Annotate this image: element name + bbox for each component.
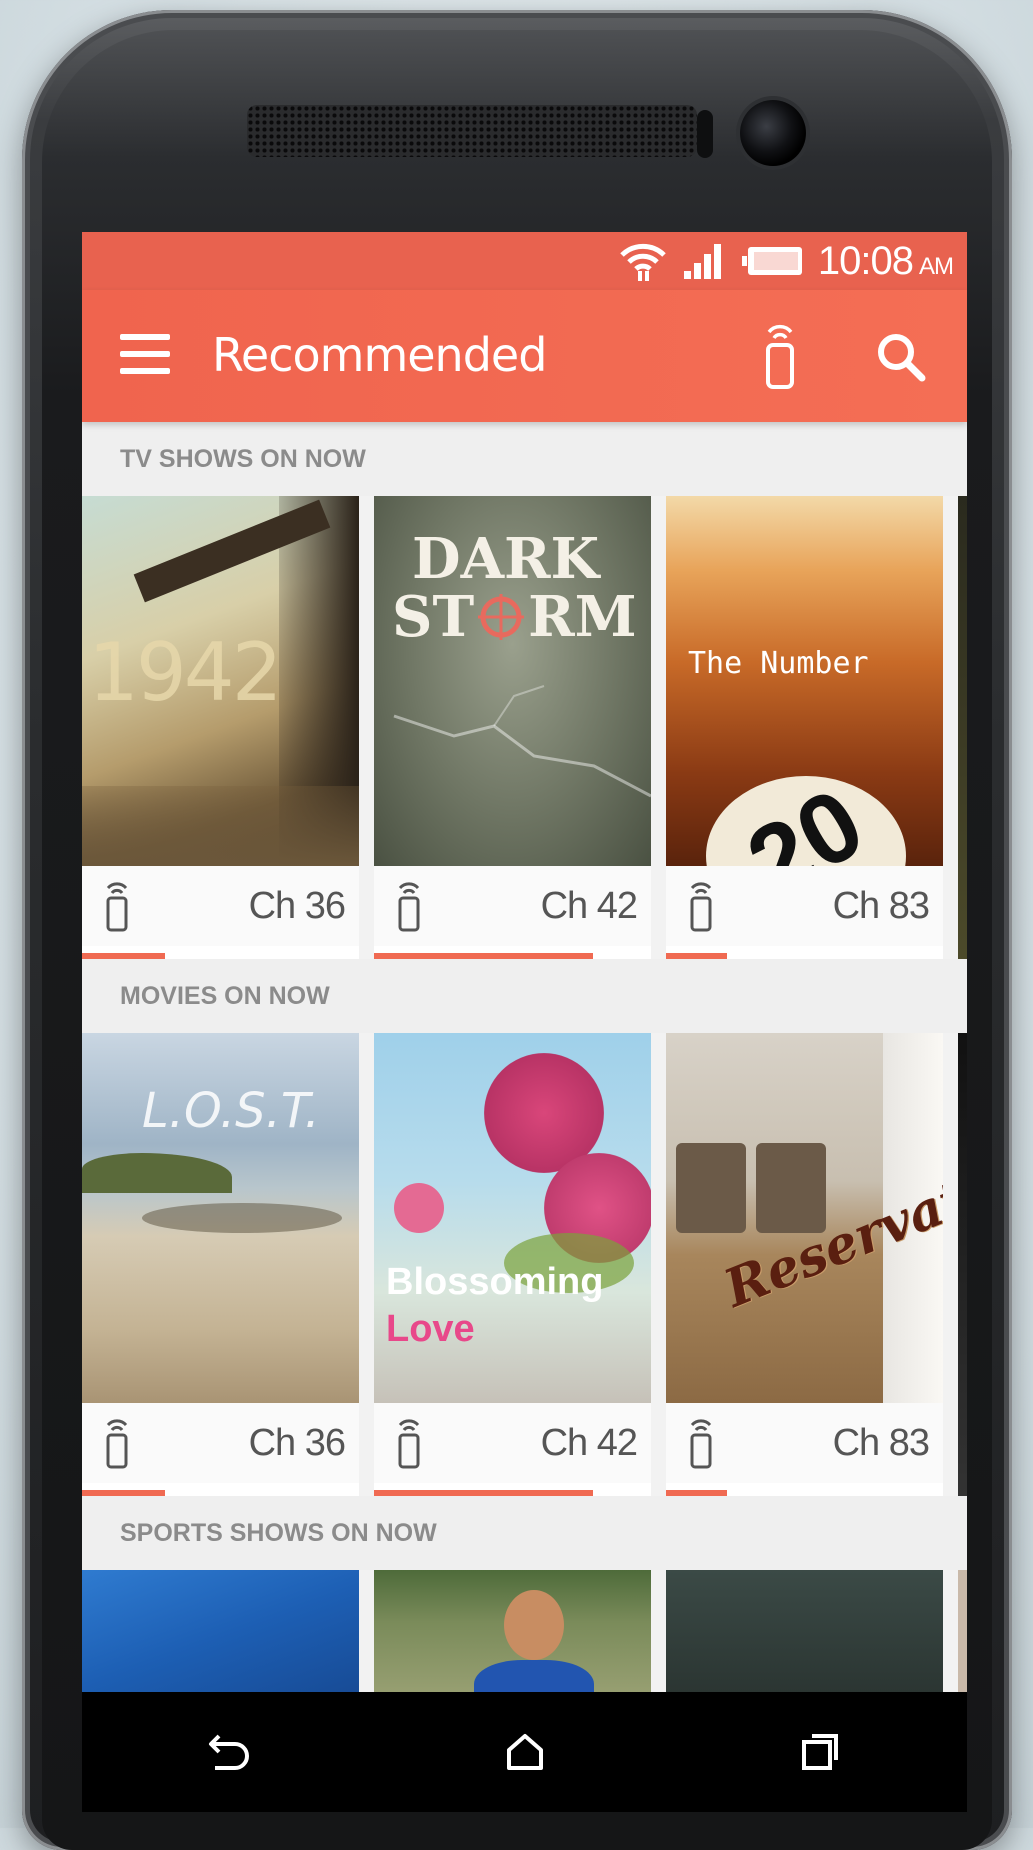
poster-dark-storm: DARK ST RM [374,496,651,866]
remote-icon[interactable] [686,880,716,932]
remote-icon[interactable] [102,880,132,932]
page-title: Recommended [212,328,547,382]
progress-bar [374,953,593,959]
poster-title-line2: Love [386,1308,475,1350]
movie-card-lost[interactable]: L.O.S.T. Ch 36 [82,1033,359,1496]
sports-card-2[interactable] [374,1570,651,1692]
section-header-sports: SPORTS SHOWS ON NOW [82,1496,967,1570]
front-camera [740,100,806,166]
channel-label: Ch 36 [248,1421,346,1464]
card-footer: Ch 83 [666,1403,943,1483]
card-footer: Ch 42 [374,1403,651,1483]
poster-title: The Number [688,646,869,681]
poster-lost: L.O.S.T. [82,1033,359,1403]
show-card-peek[interactable] [958,496,967,959]
app-bar: Recommended [82,290,967,422]
remote-icon[interactable] [102,1417,132,1469]
show-card-dark-storm[interactable]: DARK ST RM Ch 42 [374,496,651,959]
poster-the-number: The Number 20 [666,496,943,866]
poster-title-line1: Blossoming [386,1261,604,1303]
card-footer: Ch 36 [82,866,359,946]
search-icon[interactable] [872,328,932,388]
card-footer: Ch 36 [82,1403,359,1483]
card-row-movies: L.O.S.T. Ch 36 Blossoming Love Ch 42 Res… [82,1033,967,1496]
status-bar: 10:08 AM [82,232,967,290]
movie-card-reservation[interactable]: Reservation Ch 83 [666,1033,943,1496]
battery-icon [741,245,804,277]
poster-blossoming-love: Blossoming Love [374,1033,651,1403]
home-icon[interactable] [490,1717,560,1787]
number-badge: 20 [706,776,906,866]
menu-icon[interactable] [120,334,170,376]
poster-title: L.O.S.T. [142,1083,320,1139]
movie-card-peek[interactable] [958,1033,967,1496]
navigation-bar [82,1692,967,1812]
poster-title: 1942 [88,626,283,719]
channel-label: Ch 42 [540,1421,638,1464]
progress-bar [666,953,727,959]
sports-card-1[interactable] [82,1570,359,1692]
channel-label: Ch 83 [832,1421,930,1464]
speaker-grille [247,105,697,157]
back-icon[interactable] [195,1717,265,1787]
content: TV SHOWS ON NOW 1942 Ch 36 DARK ST RM Ch… [82,422,967,1692]
section-header-movies: MOVIES ON NOW [82,959,967,1033]
recents-icon[interactable] [785,1717,855,1787]
wifi-icon [618,239,668,283]
progress-bar [374,1490,593,1496]
remote-icon[interactable] [686,1417,716,1469]
movie-card-blossoming-love[interactable]: Blossoming Love Ch 42 [374,1033,651,1496]
progress-bar [82,953,166,959]
poster-1942: 1942 [82,496,359,866]
poster-reservation: Reservation [666,1033,943,1403]
card-footer: Ch 83 [666,866,943,946]
progress-bar [82,1490,166,1496]
clock: 10:08 AM [817,238,954,283]
sports-card-peek[interactable] [958,1570,967,1692]
show-card-1942[interactable]: 1942 Ch 36 [82,496,359,959]
show-card-the-number[interactable]: The Number 20 Ch 83 [666,496,943,959]
section-header-tv-shows: TV SHOWS ON NOW [82,422,967,496]
remote-icon[interactable] [394,1417,424,1469]
card-footer: Ch 42 [374,866,651,946]
remote-icon[interactable] [394,880,424,932]
channel-label: Ch 42 [540,884,638,927]
channel-label: Ch 36 [248,884,346,927]
card-row-tv-shows: 1942 Ch 36 DARK ST RM Ch 42 The Number 2… [82,496,967,959]
channel-label: Ch 83 [832,884,930,927]
signal-icon [682,241,728,281]
card-row-sports [82,1570,967,1692]
screen: 10:08 AM Recommended TV SHOWS ON NOW 194… [82,232,967,1692]
sports-card-3[interactable] [666,1570,943,1692]
proximity-sensor [697,110,713,158]
remote-icon[interactable] [750,320,810,392]
progress-bar [666,1490,727,1496]
